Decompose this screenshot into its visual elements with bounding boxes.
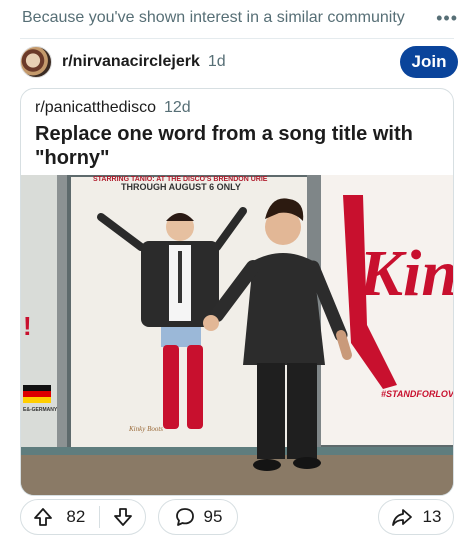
recommendation-text: Because you've shown interest in a simil… xyxy=(22,9,405,26)
flag-gold xyxy=(23,397,51,403)
upvote-icon[interactable] xyxy=(33,507,53,527)
left-poster-mark: ! xyxy=(23,311,32,341)
subreddit-name[interactable]: r/nirvanacirclejerk xyxy=(62,53,200,71)
floor-tile-strip xyxy=(21,447,453,455)
signature-text: Kinky Boots xyxy=(128,425,163,433)
flag-black xyxy=(23,385,51,391)
poster-date-text: THROUGH AUGUST 6 ONLY xyxy=(121,182,241,192)
comment-count: 95 xyxy=(203,507,223,526)
brand-letters: Kin xyxy=(358,237,453,310)
share-icon xyxy=(391,506,413,528)
germany-text: E&-GERMANY xyxy=(23,407,58,413)
post-age: 1d xyxy=(207,53,226,70)
divider xyxy=(20,38,454,39)
downvote-icon[interactable] xyxy=(113,507,133,527)
join-button[interactable]: Join xyxy=(400,46,458,78)
crosspost-title[interactable]: Replace one word from a song title with … xyxy=(35,122,435,170)
recommendation-banner: Because you've shown interest in a simil… xyxy=(22,6,458,30)
floor xyxy=(21,451,453,495)
post-header: r/nirvanacirclejerk 1d Join xyxy=(20,44,458,80)
share-count: 13 xyxy=(422,507,442,526)
vote-pill: 82 xyxy=(20,499,146,535)
subreddit-avatar[interactable] xyxy=(20,46,52,78)
comment-icon xyxy=(174,506,196,528)
post-image[interactable]: STARRING TANIO: AT THE DISCO'S BRENDON U… xyxy=(21,175,453,495)
crosspost-age: 12d xyxy=(163,99,191,116)
post-action-bar: 82 95 13 xyxy=(20,499,454,535)
crosspost-meta: r/panicatthedisco 12d xyxy=(35,99,191,117)
left-frame xyxy=(57,175,67,465)
more-options-icon[interactable]: ••• xyxy=(436,8,458,29)
share-button[interactable]: 13 xyxy=(378,499,454,535)
vote-count: 82 xyxy=(66,507,86,526)
comments-button[interactable]: 95 xyxy=(158,499,238,535)
flag-red xyxy=(23,391,51,397)
crosspost-card[interactable]: r/panicatthedisco 12d Replace one word f… xyxy=(20,88,454,496)
hashtag-text: #STANDFORLOVE xyxy=(381,389,453,399)
vote-separator xyxy=(98,506,100,528)
crosspost-subreddit[interactable]: r/panicatthedisco xyxy=(35,99,156,117)
right-poster-panel xyxy=(321,175,453,445)
